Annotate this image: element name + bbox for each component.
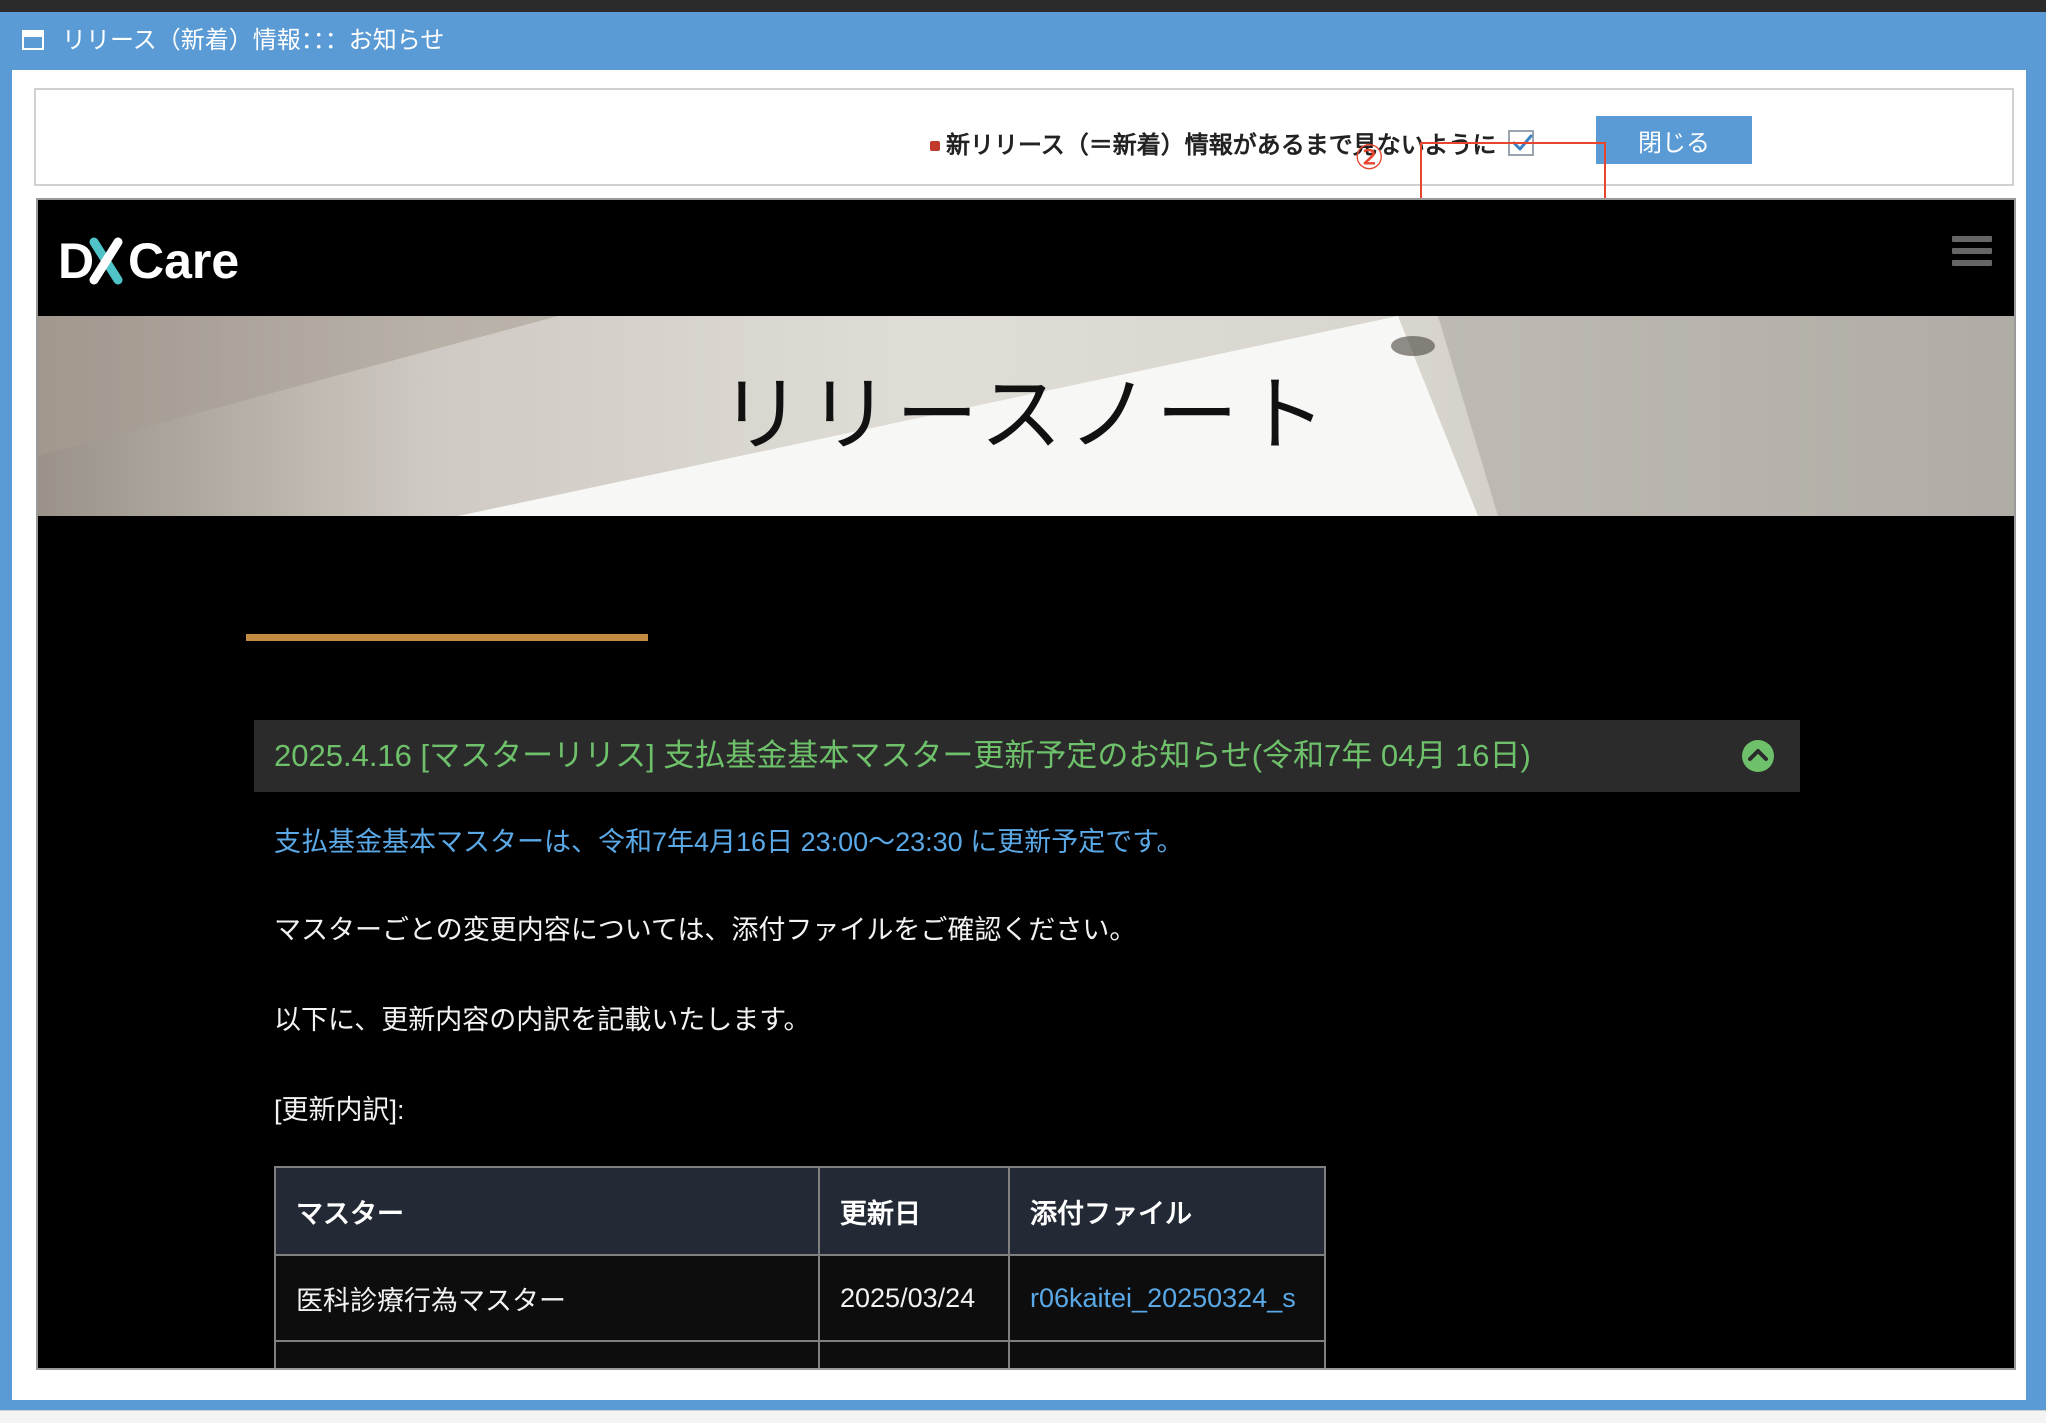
bottom-strip bbox=[0, 1410, 2046, 1423]
control-bar: 新リリース（＝新着）情報があるまで見ないように 閉じる bbox=[34, 88, 2014, 186]
top-strip bbox=[0, 0, 2046, 12]
svg-text:D: D bbox=[58, 236, 94, 286]
table-row bbox=[274, 1340, 1326, 1368]
table-header-row: マスター 更新日 添付ファイル bbox=[274, 1166, 1326, 1256]
update-breakdown-table: マスター 更新日 添付ファイル 医科診療行為マスター 2025/03/24 r0… bbox=[274, 1166, 1326, 1368]
notice-paragraph-breakdown: 以下に、更新内容の内訳を記載いたします。 bbox=[274, 1005, 811, 1035]
notice-paragraph-attachments: マスターごとの変更内容については、添付ファイルをご確認ください。 bbox=[274, 915, 1137, 945]
cell-master bbox=[274, 1340, 820, 1368]
cell-date: 2025/03/24 bbox=[818, 1254, 1010, 1342]
table-row: 医科診療行為マスター 2025/03/24 r06kaitei_20250324… bbox=[274, 1254, 1326, 1342]
column-header-date: 更新日 bbox=[818, 1166, 1010, 1256]
cell-attachment bbox=[1008, 1340, 1326, 1368]
window-icon bbox=[22, 30, 44, 50]
hamburger-menu-icon[interactable] bbox=[1952, 236, 1992, 276]
checkmark-icon bbox=[1512, 134, 1533, 151]
hero-title: リリースノート bbox=[720, 368, 1332, 463]
popup-window: リリース（新着）情報：：：お知らせ 新リリース（＝新着）情報があるまで見ないよう… bbox=[0, 12, 2046, 1410]
annotation-number: ② bbox=[1354, 138, 1385, 178]
hide-until-new-checkbox[interactable] bbox=[1508, 130, 1534, 156]
hero-banner: リリースノート bbox=[38, 316, 2014, 516]
close-button[interactable]: 閉じる bbox=[1596, 116, 1752, 164]
cell-master: 医科診療行為マスター bbox=[274, 1254, 820, 1342]
site-header: D Care bbox=[38, 200, 2014, 316]
window-title: リリース（新着）情報：：：お知らせ bbox=[62, 26, 445, 54]
column-header-attachment: 添付ファイル bbox=[1008, 1166, 1326, 1256]
column-header-master: マスター bbox=[274, 1166, 820, 1256]
bullet-icon bbox=[930, 141, 940, 151]
notice-accordion-header[interactable]: 2025.4.16 [マスターリリス] 支払基金基本マスター更新予定のお知らせ(… bbox=[254, 720, 1800, 792]
attachment-link[interactable]: r06kaitei_20250324_s bbox=[1008, 1254, 1326, 1342]
release-notes-content[interactable]: D Care リリースノート 2025.4.16 [マスターリリス] 支払基金基… bbox=[36, 198, 2016, 1370]
chevron-up-icon[interactable] bbox=[1742, 740, 1774, 772]
dx-care-logo[interactable]: D Care bbox=[58, 233, 268, 290]
section-divider bbox=[246, 634, 648, 641]
svg-text:Care: Care bbox=[128, 236, 239, 286]
notice-paragraph-schedule: 支払基金基本マスターは、令和7年4月16日 23:00〜23:30 に更新予定で… bbox=[274, 827, 1184, 857]
window-titlebar[interactable]: リリース（新着）情報：：：お知らせ bbox=[0, 12, 2046, 68]
window-body: 新リリース（＝新着）情報があるまで見ないように 閉じる ② D Care リリー… bbox=[12, 70, 2026, 1400]
cell-date bbox=[818, 1340, 1010, 1368]
update-breakdown-label: [更新内訳]: bbox=[274, 1095, 405, 1125]
notice-title: 2025.4.16 [マスターリリス] 支払基金基本マスター更新予定のお知らせ(… bbox=[274, 738, 1531, 773]
hide-until-new-label: 新リリース（＝新着）情報があるまで見ないように bbox=[946, 131, 1497, 159]
